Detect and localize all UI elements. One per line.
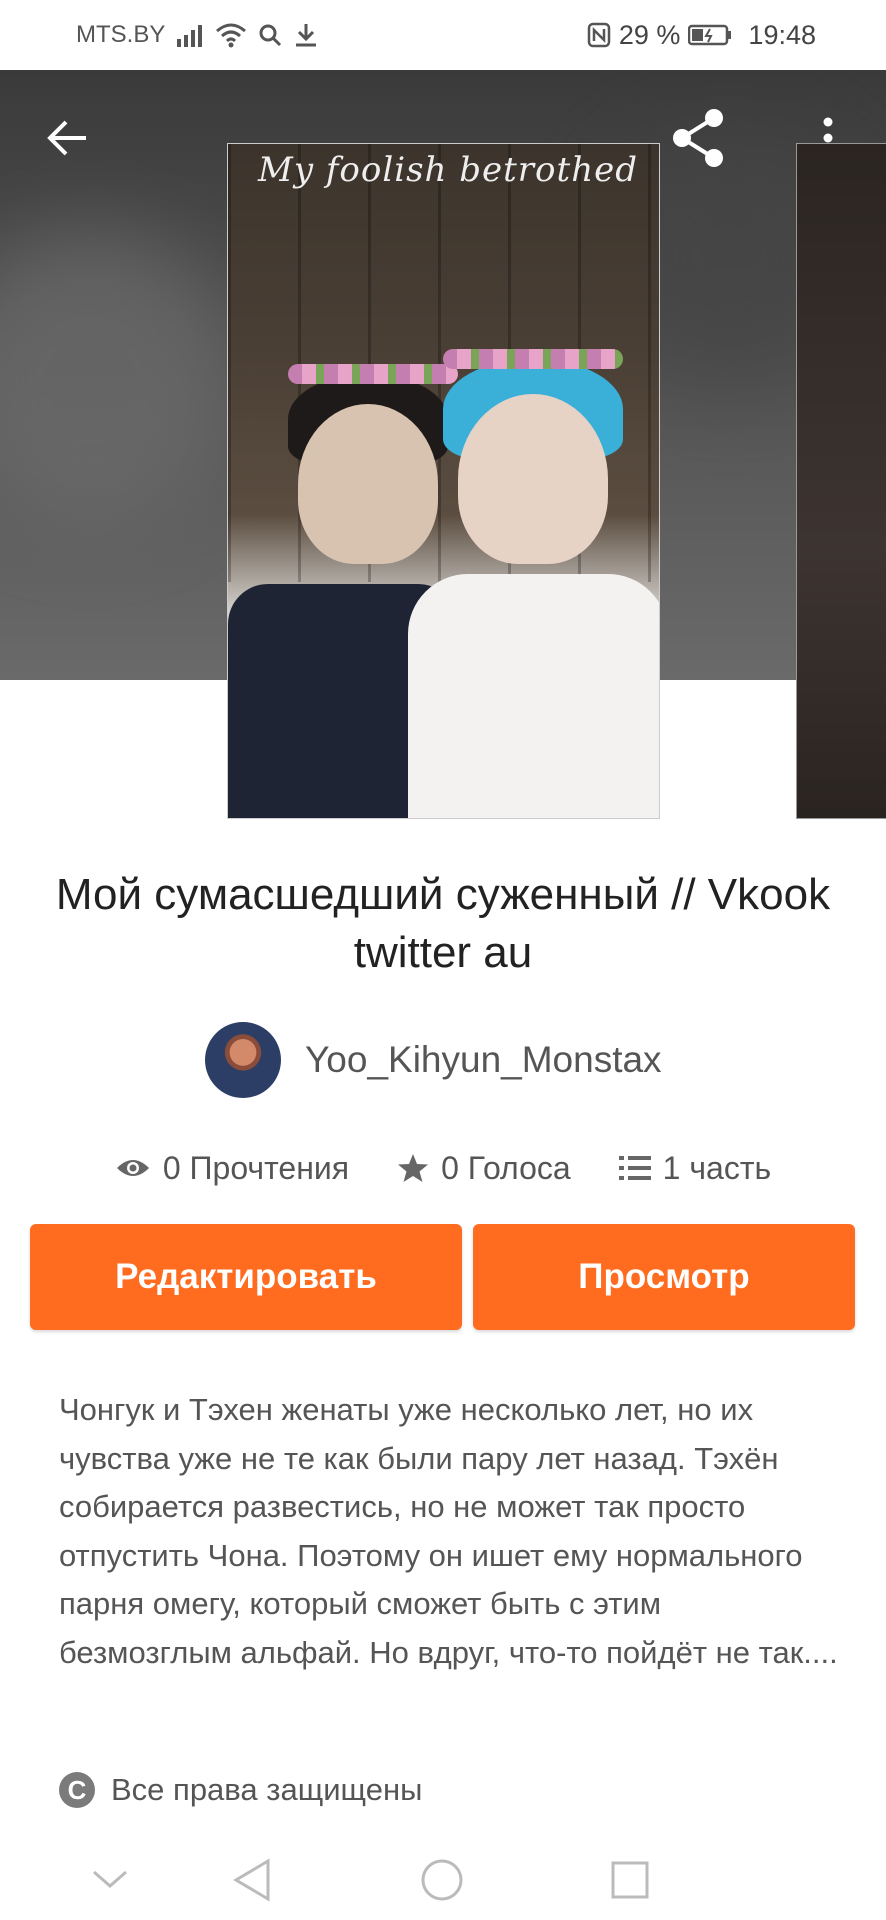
- copyright-icon: C: [59, 1772, 95, 1808]
- story-title: Мой сумасшедший суженный // Vkook twitte…: [55, 870, 831, 977]
- cover-figure-face: [298, 404, 438, 564]
- avatar: [205, 1022, 281, 1098]
- parts-stat: 1 часть: [618, 1149, 772, 1187]
- search-icon: [257, 22, 283, 48]
- cover-title-text: My foolish betrothed: [258, 150, 638, 190]
- cover-flower-crown: [288, 364, 458, 384]
- back-button[interactable]: [36, 106, 100, 170]
- download-icon: [293, 22, 319, 48]
- author-link[interactable]: Yoo_Kihyun_Monstax: [205, 1020, 662, 1100]
- list-icon: [618, 1156, 651, 1180]
- recents-square-icon[interactable]: [600, 1850, 660, 1910]
- home-circle-icon[interactable]: [412, 1850, 472, 1910]
- copyright-notice: C Все права защищены: [59, 1772, 422, 1808]
- votes-stat: 0 Голоса: [397, 1150, 571, 1187]
- reads-count: 0 Прочтения: [162, 1149, 350, 1186]
- votes-count: 0 Голоса: [441, 1149, 571, 1186]
- back-triangle-icon[interactable]: [222, 1850, 282, 1910]
- wifi-icon: [215, 22, 247, 48]
- star-icon: [398, 1154, 429, 1182]
- share-icon: [673, 109, 723, 167]
- hero-blur-shape: [0, 230, 240, 530]
- battery-icon: [688, 23, 732, 47]
- cover-figure-face: [458, 394, 608, 564]
- author-name: Yoo_Kihyun_Monstax: [305, 1039, 662, 1080]
- story-cover-image[interactable]: My foolish betrothed: [227, 143, 660, 819]
- share-button[interactable]: [666, 106, 730, 170]
- clock: 19:48: [748, 19, 816, 50]
- story-description: Чонгук и Тэхен женаты уже несколько лет,…: [59, 1392, 838, 1670]
- carrier-label: MTS.BY: [76, 21, 166, 48]
- copyright-label: Все права защищены: [111, 1772, 423, 1807]
- signal-icon: [175, 23, 205, 47]
- battery-percent: 29 %: [618, 19, 681, 50]
- reads-stat: 0 Прочтения: [115, 1150, 349, 1187]
- chevron-down-icon[interactable]: [80, 1850, 140, 1910]
- view-button[interactable]: Просмотр: [473, 1224, 855, 1330]
- story-stats: 0 Прочтения 0 Голоса 1 часть: [0, 1140, 886, 1196]
- eye-icon: [116, 1160, 149, 1176]
- cover-figure-shirt: [408, 574, 659, 818]
- cover-flower-crown: [443, 349, 623, 369]
- status-right: 29 % 19:48: [587, 0, 816, 70]
- edit-button[interactable]: Редактировать: [30, 1224, 462, 1330]
- system-nav-bar: [0, 1830, 886, 1920]
- nfc-icon: [587, 22, 611, 48]
- arrow-left-icon: [47, 120, 86, 156]
- next-story-cover[interactable]: [796, 143, 886, 819]
- status-left: MTS.BY: [76, 0, 319, 70]
- parts-count: 1 часть: [662, 1149, 772, 1186]
- status-bar: MTS.BY 29 % 19:48: [0, 0, 886, 70]
